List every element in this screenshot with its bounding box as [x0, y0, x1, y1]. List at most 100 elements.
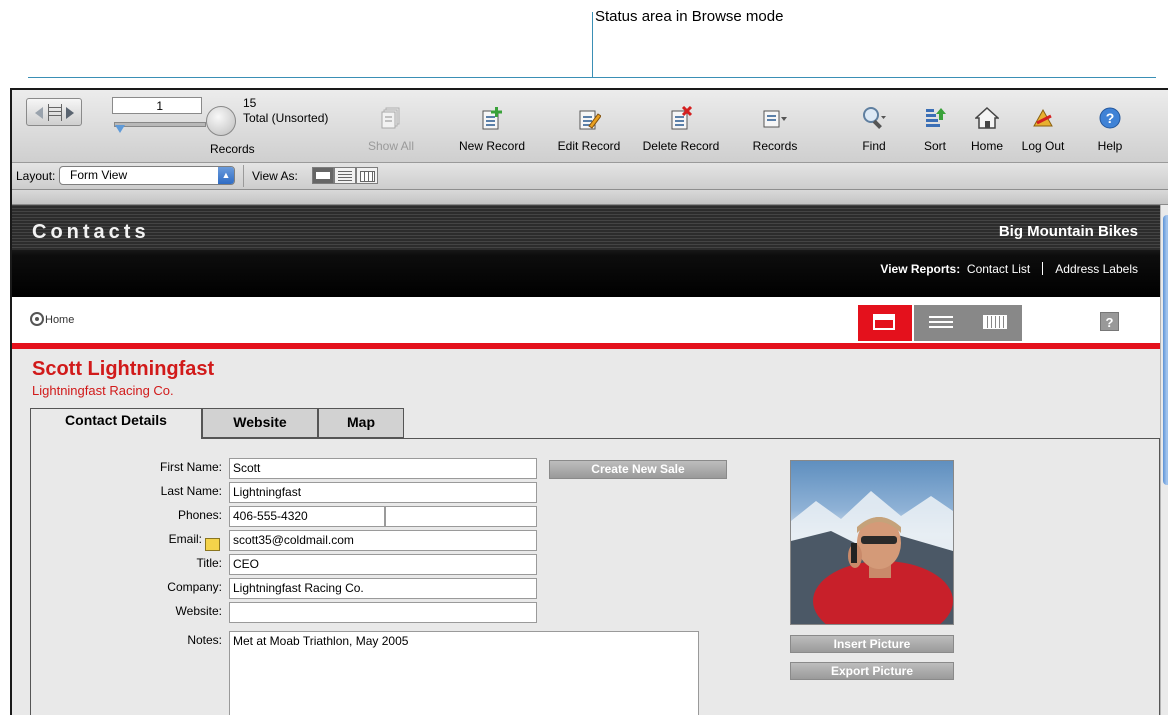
form-view-button[interactable]	[858, 305, 912, 341]
help-button[interactable]: ? Help	[1090, 90, 1130, 162]
svg-text:?: ?	[1106, 110, 1115, 126]
table-view-icon	[360, 171, 375, 182]
phones-label: Phones:	[177, 508, 222, 522]
delete-record-label: Delete Record	[642, 139, 720, 153]
report-link-address-labels[interactable]: Address Labels	[1055, 262, 1138, 276]
phone-field-2[interactable]	[385, 506, 537, 527]
insert-picture-button[interactable]: Insert Picture	[790, 635, 954, 653]
contact-name: Scott Lightningfast	[32, 358, 215, 380]
person-photo-icon	[791, 491, 953, 624]
layout-label: Layout:	[16, 169, 56, 183]
scrollbar-thumb[interactable]	[1163, 215, 1168, 485]
records-menu-button[interactable]: Records	[742, 90, 808, 162]
email-label: Email:	[168, 532, 202, 546]
current-record-field[interactable]: 1	[112, 97, 202, 114]
last-name-field[interactable]: Lightningfast	[229, 482, 537, 503]
edit-record-label: Edit Record	[557, 139, 621, 153]
company-name: Big Mountain Bikes	[998, 223, 1138, 240]
edit-record-button[interactable]: Edit Record	[547, 90, 631, 162]
list-layout-icon	[929, 316, 953, 318]
first-name-label: First Name:	[159, 460, 222, 474]
status-toolbar: 1 15 Total (Unsorted) Records Show All N…	[12, 90, 1168, 163]
export-picture-button[interactable]: Export Picture	[790, 662, 954, 680]
show-all-button[interactable]: Show All	[362, 90, 420, 162]
layout-select-value: Form View	[70, 168, 128, 182]
view-reports-label: View Reports:	[880, 262, 961, 276]
view-as-list-button[interactable]	[334, 167, 356, 184]
total-count: 15	[243, 96, 257, 110]
record-book-nav[interactable]	[26, 98, 82, 126]
send-email-icon[interactable]	[205, 538, 220, 551]
log-out-label: Log Out	[1021, 139, 1065, 153]
website-field[interactable]	[229, 602, 537, 623]
solution-header: Contacts Big Mountain Bikes View Reports…	[12, 205, 1160, 297]
edit-record-icon	[579, 110, 601, 130]
layout-bar: Layout: Form View ▲ View As:	[12, 163, 1168, 190]
sort-button[interactable]: Sort	[910, 90, 960, 162]
create-new-sale-button[interactable]: Create New Sale	[549, 460, 727, 479]
layout-select[interactable]: Form View ▲	[59, 166, 235, 185]
contact-photo	[790, 460, 954, 625]
divider	[243, 165, 244, 187]
header-title: Contacts	[32, 221, 150, 243]
find-button[interactable]: Find	[847, 90, 901, 162]
sort-icon	[926, 108, 946, 127]
view-as-label: View As:	[252, 169, 298, 183]
home-label: Home	[970, 139, 1003, 153]
next-record-icon[interactable]	[66, 107, 74, 119]
new-record-icon	[482, 107, 502, 130]
home-button[interactable]: Home	[962, 90, 1012, 162]
home-nav-icon[interactable]	[30, 312, 44, 326]
tab-map[interactable]: Map	[318, 408, 404, 438]
last-name-label: Last Name:	[160, 484, 222, 498]
log-out-button[interactable]: Log Out	[1014, 90, 1072, 162]
delete-record-button[interactable]: Delete Record	[633, 90, 729, 162]
record-slider-thumb[interactable]	[115, 125, 125, 133]
record-slider[interactable]	[114, 122, 206, 127]
layout-help-button[interactable]: ?	[1100, 312, 1119, 331]
view-as-form-button[interactable]	[312, 167, 334, 184]
record-count: 15 Total (Unsorted)	[243, 96, 328, 126]
sort-label: Sort	[923, 139, 946, 153]
company-label: Company:	[167, 580, 222, 594]
delete-record-icon	[671, 106, 693, 130]
callout-bracket	[28, 77, 1156, 78]
new-record-button[interactable]: New Record	[449, 90, 535, 162]
book-icon	[48, 104, 62, 121]
home-nav-link[interactable]: Home	[45, 314, 74, 326]
nav-bar: Home ?	[12, 297, 1160, 349]
notes-label: Notes:	[187, 633, 222, 647]
find-label: Find	[862, 139, 886, 153]
first-name-field[interactable]: Scott	[229, 458, 537, 479]
status-area-resize-bar[interactable]	[12, 190, 1168, 205]
list-view-button[interactable]	[914, 305, 968, 341]
updown-arrows-icon: ▲	[218, 167, 234, 184]
email-field[interactable]: scott35@coldmail.com	[229, 530, 537, 551]
view-reports: View Reports: Contact List Address Labels	[880, 262, 1138, 276]
phone-field-1[interactable]: 406-555-4320	[229, 506, 385, 527]
records-menu-label: Records	[752, 139, 798, 153]
list-view-icon	[338, 171, 352, 172]
new-record-label: New Record	[458, 139, 526, 153]
find-icon	[863, 107, 886, 129]
website-label: Website:	[175, 604, 222, 618]
callout-label: Status area in Browse mode	[595, 8, 784, 25]
records-menu-icon	[763, 110, 787, 128]
tab-website[interactable]: Website	[202, 408, 318, 438]
report-link-contact-list[interactable]: Contact List	[967, 262, 1030, 276]
home-icon	[975, 106, 999, 129]
previous-record-icon[interactable]	[35, 107, 43, 119]
tab-contact-details[interactable]: Contact Details	[30, 408, 202, 439]
help-icon: ?	[1099, 107, 1121, 129]
table-view-button[interactable]	[968, 305, 1022, 341]
company-field[interactable]: Lightningfast Racing Co.	[229, 578, 537, 599]
filemaker-window: 1 15 Total (Unsorted) Records Show All N…	[10, 88, 1168, 715]
contact-company-subtitle: Lightningfast Racing Co.	[32, 383, 174, 398]
show-all-label: Show All	[367, 139, 415, 153]
vertical-scrollbar[interactable]	[1160, 205, 1168, 715]
callout-line	[592, 12, 593, 78]
title-field[interactable]: CEO	[229, 554, 537, 575]
view-as-table-button[interactable]	[356, 167, 378, 184]
record-pie-icon	[206, 106, 236, 136]
notes-field[interactable]: Met at Moab Triathlon, May 2005	[229, 631, 699, 715]
